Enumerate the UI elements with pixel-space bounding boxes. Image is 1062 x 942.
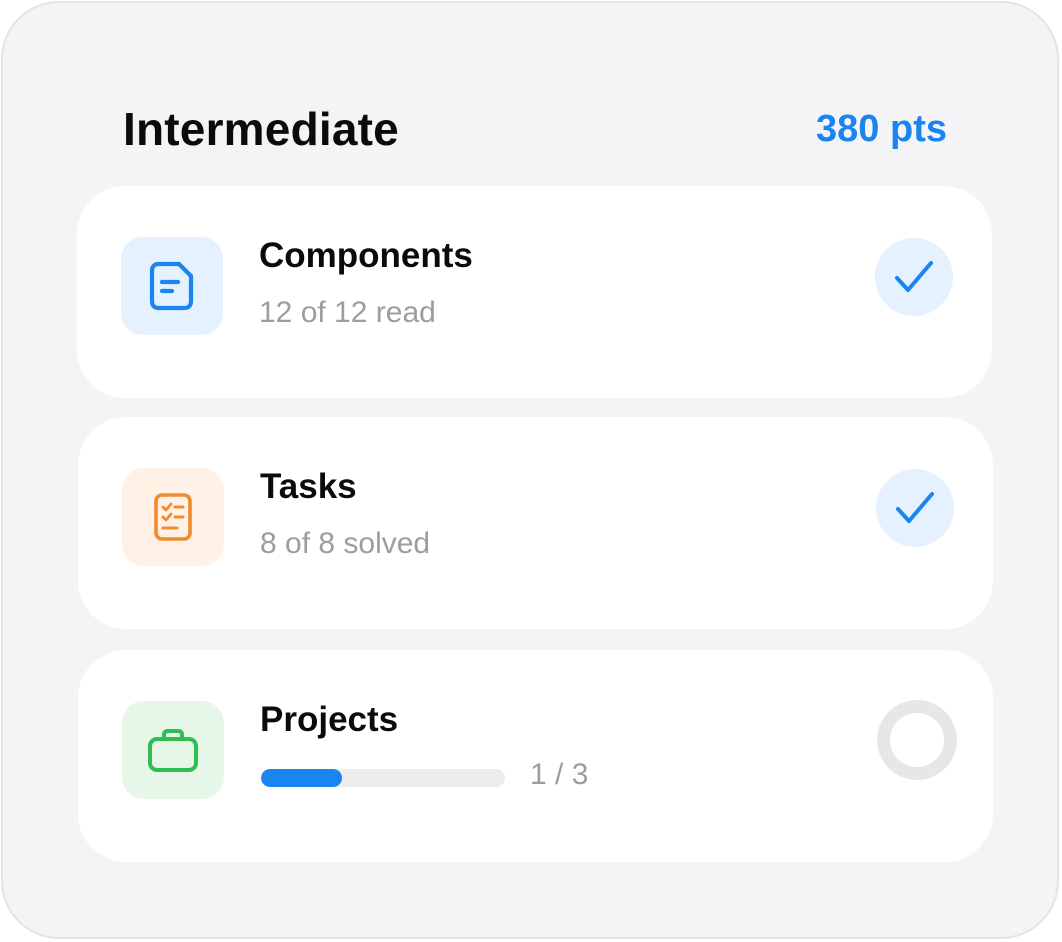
empty-circle-icon xyxy=(877,700,957,780)
progress-count: 1 / 3 xyxy=(530,758,589,791)
module-header: Intermediate 380 pts xyxy=(123,99,947,159)
checkmark-icon xyxy=(896,492,934,523)
list-item-projects[interactable]: Projects 1 / 3 xyxy=(78,650,993,862)
item-title: Tasks xyxy=(260,467,357,506)
progress-bar-fill xyxy=(261,769,342,787)
checklist-icon xyxy=(122,468,224,566)
item-subtitle: 12 of 12 read xyxy=(259,296,436,329)
checkmark-icon xyxy=(895,261,933,292)
item-subtitle: 8 of 8 solved xyxy=(260,527,431,560)
item-title: Projects xyxy=(260,700,399,739)
list-item-components[interactable]: Components 12 of 12 read xyxy=(77,186,992,398)
progress-bar xyxy=(261,769,505,787)
briefcase-icon xyxy=(122,701,224,799)
document-icon xyxy=(121,237,223,335)
module-panel: Intermediate 380 pts Components 12 of 12… xyxy=(1,1,1059,939)
completed-status-badge xyxy=(876,469,954,547)
completed-status-badge xyxy=(875,238,953,316)
list-item-tasks[interactable]: Tasks 8 of 8 solved xyxy=(78,417,993,629)
module-title: Intermediate xyxy=(123,103,399,155)
item-title: Components xyxy=(259,236,473,275)
points-label: 380 pts xyxy=(816,107,947,150)
